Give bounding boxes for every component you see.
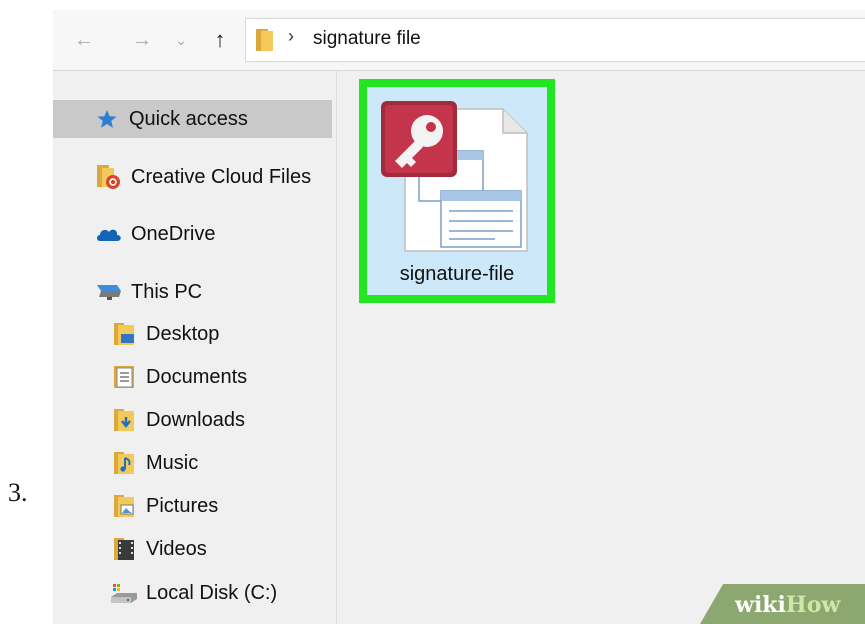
file-list-pane: signature-file: [337, 71, 865, 624]
recent-locations-button[interactable]: ⌄: [171, 22, 191, 58]
cloud-icon: [97, 229, 121, 241]
downloads-folder-icon: [114, 409, 134, 431]
local-disk-icon: [111, 584, 137, 603]
file-explorer-window: ← → ⌄ ↑ › signature file Quick access Cr…: [53, 10, 865, 624]
creative-cloud-folder-icon: [97, 165, 120, 189]
sidebar-item-label: Pictures: [146, 495, 219, 517]
sidebar-item-label: Downloads: [146, 409, 245, 431]
path-box[interactable]: › signature file: [245, 18, 865, 62]
computer-icon: [97, 285, 121, 300]
wikihow-watermark: wikiHow: [735, 592, 841, 618]
sidebar-item-label: Music: [146, 452, 199, 474]
folder-icon: [256, 29, 273, 51]
desktop-folder-icon: [114, 323, 134, 345]
step-number: 3.: [8, 478, 28, 507]
videos-folder-icon: [114, 538, 134, 560]
file-name: signature-file: [399, 263, 515, 285]
sidebar-item-label: This PC: [131, 281, 203, 303]
access-database-icon: [381, 101, 528, 252]
navigation-pane: Quick access Creative Cloud Files OneDri…: [53, 71, 337, 624]
sidebar-item-label: Documents: [146, 366, 248, 388]
sidebar-item-quick-access[interactable]: Quick access: [53, 100, 332, 138]
breadcrumb-signature-file[interactable]: signature file: [313, 28, 421, 50]
sidebar-item-label: Local Disk (C:): [146, 582, 278, 604]
breadcrumb-chevron-icon[interactable]: ›: [288, 26, 294, 47]
sidebar-item-label: Desktop: [146, 323, 220, 345]
address-bar: ← → ⌄ ↑ › signature file: [53, 10, 865, 71]
sidebar-item-label: Quick access: [129, 108, 248, 130]
sidebar-item-this-pc[interactable]: This PC: [53, 273, 332, 311]
sidebar-item-desktop[interactable]: Desktop: [53, 315, 332, 353]
back-button[interactable]: ←: [69, 22, 99, 58]
sidebar-item-label: Videos: [146, 538, 207, 560]
star-icon: [97, 110, 117, 128]
up-button[interactable]: ↑: [205, 22, 235, 58]
forward-button[interactable]: →: [127, 22, 157, 58]
documents-folder-icon: [114, 366, 134, 388]
sidebar-item-label: Creative Cloud Files: [131, 166, 312, 188]
sidebar-item-music[interactable]: Music: [53, 444, 332, 482]
sidebar-item-onedrive[interactable]: OneDrive: [53, 215, 332, 253]
sidebar-item-downloads[interactable]: Downloads: [53, 401, 332, 439]
pictures-folder-icon: [114, 495, 134, 517]
sidebar-item-documents[interactable]: Documents: [53, 358, 332, 396]
file-item-signature-file[interactable]: signature-file: [359, 79, 555, 303]
sidebar-item-local-disk[interactable]: Local Disk (C:): [53, 574, 332, 612]
sidebar-item-creative-cloud-files[interactable]: Creative Cloud Files: [53, 158, 332, 196]
sidebar-item-pictures[interactable]: Pictures: [53, 487, 332, 525]
sidebar-item-videos[interactable]: Videos: [53, 530, 332, 568]
music-folder-icon: [114, 452, 134, 474]
sidebar-item-label: OneDrive: [131, 223, 216, 245]
